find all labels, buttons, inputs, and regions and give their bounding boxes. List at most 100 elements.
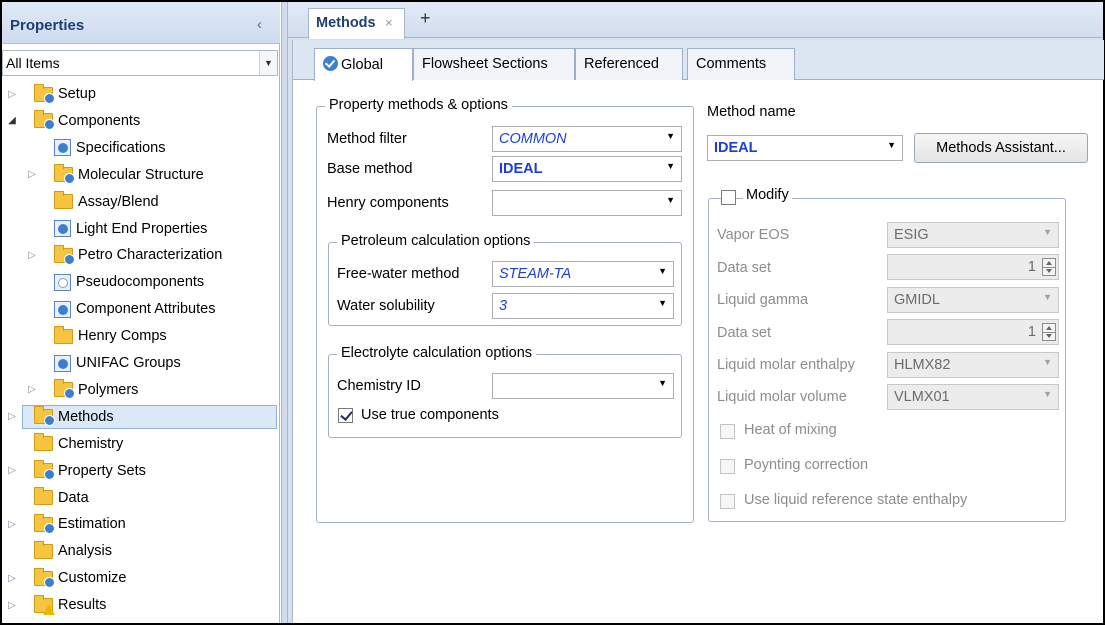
tree-item-specifications[interactable]: Specifications: [2, 136, 280, 160]
folder-check-icon: [34, 83, 55, 104]
folder-check-icon: [54, 379, 75, 400]
navigation-header: Properties ‹: [2, 2, 280, 44]
chevron-down-icon: ▼: [658, 266, 667, 276]
base-method-label: Base method: [327, 161, 413, 177]
folder-warning-icon: [34, 594, 55, 615]
method-filter-value: COMMON: [499, 131, 567, 147]
chevron-down-icon: ▼: [658, 298, 667, 308]
add-tab-icon[interactable]: +: [420, 8, 431, 29]
method-name-select[interactable]: IDEAL ▼: [707, 135, 903, 161]
expand-arrow-icon[interactable]: ▷: [6, 519, 18, 530]
tree-item-label: Results: [58, 597, 107, 614]
expand-arrow-icon[interactable]: ▷: [6, 411, 18, 422]
tree-item-assay-blend[interactable]: Assay/Blend: [2, 190, 280, 214]
tree-item-unifac-groups[interactable]: UNIFAC Groups: [2, 351, 280, 375]
folder-check-icon: [54, 244, 75, 265]
data-set-value-2: 1: [1027, 324, 1036, 340]
expand-arrow-icon[interactable]: ▷: [6, 573, 18, 584]
folder-check-icon: [34, 460, 55, 481]
tab-flowsheet-sections[interactable]: Flowsheet Sections: [413, 48, 575, 80]
methods-assistant-button[interactable]: Methods Assistant...: [914, 133, 1088, 163]
liquid-molar-volume-select[interactable]: VLMX01 ▼: [887, 384, 1059, 410]
chemistry-id-select[interactable]: ▼: [492, 373, 674, 399]
tree-item-label: Molecular Structure: [78, 166, 204, 183]
vapor-eos-value: ESIG: [894, 227, 929, 243]
folder-icon: [34, 487, 53, 505]
tree-item-light-end-properties[interactable]: Light End Properties: [2, 217, 280, 241]
method-filter-label: Method filter: [327, 131, 407, 147]
spinner-arrows-icon[interactable]: [1042, 258, 1056, 276]
tree-item-polymers[interactable]: ▷ Polymers: [2, 378, 280, 402]
filter-combo[interactable]: All Items ▼: [2, 50, 278, 76]
base-method-select[interactable]: IDEAL ▼: [492, 156, 682, 182]
tree-item-molecular-structure[interactable]: ▷ Molecular Structure: [2, 163, 280, 187]
chevron-down-icon: ▼: [666, 195, 675, 205]
tree-item-methods[interactable]: ▷ Methods: [2, 404, 280, 429]
spinner-arrows-icon[interactable]: [1042, 323, 1056, 341]
chevron-down-icon: ▼: [1043, 357, 1052, 367]
tab-global[interactable]: Global: [314, 48, 413, 81]
tree-item-estimation[interactable]: ▷ Estimation: [2, 512, 280, 536]
data-set-stepper-1[interactable]: 1: [887, 254, 1059, 280]
folder-icon: [54, 325, 73, 344]
petroleum-options-group-title: Petroleum calculation options: [337, 233, 535, 249]
pane-splitter[interactable]: [281, 2, 288, 623]
tab-comments[interactable]: Comments: [687, 48, 795, 80]
tree-item-henry-comps[interactable]: Henry Comps: [2, 324, 280, 348]
data-set-label-1: Data set: [717, 260, 771, 276]
water-solubility-select[interactable]: 3 ▼: [492, 293, 674, 319]
tree-item-petro-characterization[interactable]: ▷ Petro Characterization: [2, 243, 280, 267]
base-method-value: IDEAL: [499, 161, 543, 177]
collapse-arrow-icon[interactable]: ◢: [6, 115, 18, 126]
tree-item-components[interactable]: ◢ Components: [2, 109, 280, 133]
data-set-value-1: 1: [1027, 259, 1036, 275]
modify-checkbox[interactable]: [721, 190, 736, 205]
chevron-down-icon: ▼: [1043, 292, 1052, 302]
tree-item-label: Petro Characterization: [78, 247, 223, 264]
tree-item-label: Light End Properties: [76, 220, 208, 237]
data-set-stepper-2[interactable]: 1: [887, 319, 1059, 345]
tree-item-customize[interactable]: ▷ Customize: [2, 566, 280, 590]
free-water-method-value: STEAM-TA: [499, 266, 572, 282]
tree-item-property-sets[interactable]: ▷ Property Sets: [2, 459, 280, 483]
poynting-correction-checkbox[interactable]: [720, 459, 735, 474]
vapor-eos-select[interactable]: ESIG ▼: [887, 222, 1059, 248]
modify-label: Modify: [743, 187, 792, 203]
expand-arrow-icon[interactable]: ▷: [26, 169, 38, 180]
liquid-gamma-select[interactable]: GMIDL ▼: [887, 287, 1059, 313]
liquid-molar-volume-label: Liquid molar volume: [717, 389, 847, 405]
close-tab-icon[interactable]: ×: [385, 15, 393, 30]
method-filter-select[interactable]: COMMON ▼: [492, 126, 682, 152]
tree-item-label: Henry Comps: [78, 328, 167, 345]
expand-arrow-icon[interactable]: ▷: [26, 384, 38, 395]
tree-item-pseudocomponents[interactable]: Pseudocomponents: [2, 270, 280, 294]
tab-referenced[interactable]: Referenced: [575, 48, 683, 80]
expand-arrow-icon[interactable]: ▷: [6, 600, 18, 611]
tree-item-chemistry[interactable]: Chemistry: [2, 432, 280, 456]
tree-item-results[interactable]: ▷ Results: [2, 593, 280, 617]
tree-item-data[interactable]: Data: [2, 486, 280, 510]
tab-comments-label: Comments: [696, 56, 767, 72]
water-solubility-label: Water solubility: [337, 298, 435, 314]
tab-methods[interactable]: Methods ×: [308, 8, 405, 39]
tree-item-label: Chemistry: [58, 435, 124, 452]
tree-item-analysis[interactable]: Analysis: [2, 539, 280, 563]
collapse-pane-icon[interactable]: ‹: [257, 16, 262, 33]
free-water-method-select[interactable]: STEAM-TA ▼: [492, 261, 674, 287]
henry-components-select[interactable]: ▼: [492, 190, 682, 216]
expand-arrow-icon[interactable]: ▷: [6, 465, 18, 476]
expand-arrow-icon[interactable]: ▷: [6, 89, 18, 100]
expand-arrow-icon[interactable]: ▷: [26, 250, 38, 261]
form-content: Global Flowsheet Sections Referenced Com…: [292, 40, 1104, 623]
liquid-reference-enthalpy-checkbox[interactable]: [720, 494, 735, 509]
filter-dropdown-arrow-icon[interactable]: ▼: [259, 51, 277, 75]
tree-item-label: Component Attributes: [76, 301, 216, 318]
folder-check-icon: [34, 406, 55, 427]
tree-item-setup[interactable]: ▷ Setup: [2, 82, 280, 106]
tree-item-component-attributes[interactable]: Component Attributes: [2, 297, 280, 321]
use-true-components-checkbox[interactable]: [338, 408, 353, 423]
tree-item-label: Customize: [58, 570, 127, 587]
heat-of-mixing-checkbox[interactable]: [720, 424, 735, 439]
liquid-molar-enthalpy-select[interactable]: HLMX82 ▼: [887, 352, 1059, 378]
tree-item-label: Estimation: [58, 516, 126, 533]
